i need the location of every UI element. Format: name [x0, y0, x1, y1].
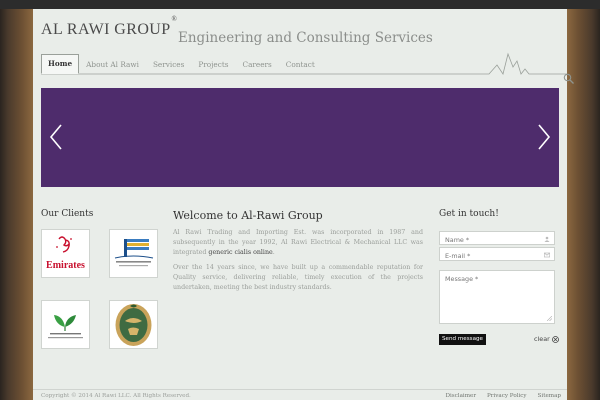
top-bar	[0, 0, 600, 9]
client-logo-emblem[interactable]	[109, 300, 158, 349]
welcome-heading: Welcome to Al-Rawi Group	[173, 209, 323, 222]
reputation-paragraph: Over the 14 years since, we have built u…	[173, 264, 423, 291]
email-placeholder: E-mail *	[445, 252, 471, 260]
client-logo-adwea[interactable]	[109, 229, 158, 278]
site-logo[interactable]: AL RAWI GROUP®	[41, 15, 177, 39]
nav-home[interactable]: Home	[41, 54, 80, 74]
emirates-logo: Emirates	[46, 236, 85, 271]
footer-link-disclaimer[interactable]: Disclaimer	[446, 393, 476, 399]
copyright: Copyright © 2014 Al Rawi LLC. All Rights…	[41, 393, 191, 399]
nav-services[interactable]: Services	[146, 60, 191, 74]
close-circle-icon	[551, 335, 559, 343]
client-logo-abu-dhabi-sewerage[interactable]	[41, 300, 90, 349]
footer-link-sitemap[interactable]: Sitemap	[538, 393, 561, 399]
message-placeholder: Message *	[445, 275, 479, 283]
footer-link-privacy[interactable]: Privacy Policy	[487, 393, 527, 399]
logo-text: AL RAWI GROUP	[41, 21, 171, 38]
sewerage-logo	[48, 315, 83, 339]
contact-heading: Get in touch!	[439, 209, 499, 219]
intro-paragraph: Al Rawi Trading and Importing Est. was i…	[173, 229, 423, 256]
nav-contact[interactable]: Contact	[279, 60, 322, 74]
registered-mark: ®	[171, 14, 178, 23]
chevron-right-icon[interactable]	[537, 124, 551, 150]
name-placeholder: Name *	[445, 236, 470, 244]
name-field[interactable]: Name *	[439, 231, 555, 245]
message-field[interactable]: Message *	[439, 270, 555, 324]
resize-handle-icon[interactable]	[547, 316, 552, 321]
nav-projects[interactable]: Projects	[191, 60, 235, 74]
envelope-icon	[544, 252, 550, 258]
inline-link[interactable]: generic cialis online	[208, 249, 272, 256]
nav-about[interactable]: About Al Rawi	[79, 60, 146, 74]
clients-heading: Our Clients	[41, 209, 94, 219]
client-logo-emirates[interactable]: Emirates	[41, 229, 90, 278]
clear-label: clear	[534, 335, 550, 343]
footer-divider	[33, 389, 567, 390]
hero-slider	[41, 88, 559, 187]
email-field[interactable]: E-mail *	[439, 247, 555, 261]
nav-careers[interactable]: Careers	[236, 60, 279, 74]
svg-text:Emirates: Emirates	[46, 260, 85, 271]
main-nav: Home About Al Rawi Services Projects Car…	[41, 54, 322, 74]
footer-links: Disclaimer Privacy Policy Sitemap	[446, 393, 561, 399]
user-icon	[544, 236, 550, 242]
emblem-logo	[115, 304, 152, 346]
send-message-button[interactable]: Send message	[439, 334, 486, 345]
clear-button[interactable]: clear	[534, 335, 559, 343]
search-icon[interactable]	[563, 73, 575, 85]
adwea-logo	[114, 239, 154, 267]
page: AL RAWI GROUP® Engineering and Consultin…	[33, 9, 574, 400]
chevron-left-icon[interactable]	[49, 124, 63, 150]
site-tagline: Engineering and Consulting Services	[178, 30, 433, 46]
